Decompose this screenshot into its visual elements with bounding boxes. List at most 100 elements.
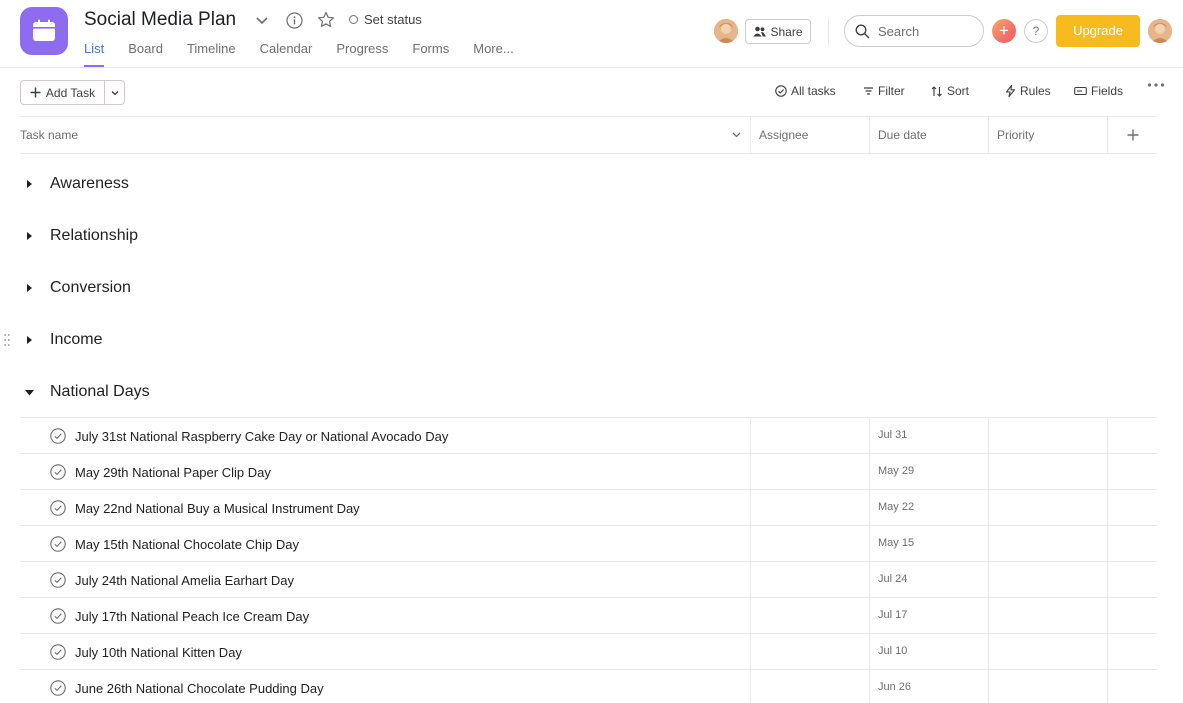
complete-check-icon[interactable] (50, 644, 66, 665)
column-priority[interactable]: Priority (988, 117, 1107, 153)
set-status-button[interactable]: Set status (349, 12, 422, 27)
chevron-down-icon[interactable] (254, 12, 270, 28)
drag-handle-icon[interactable] (4, 333, 10, 352)
tab-timeline[interactable]: Timeline (187, 41, 236, 67)
assignee-cell[interactable] (750, 526, 869, 561)
priority-cell[interactable] (988, 634, 1107, 669)
task-name[interactable]: May 22nd National Buy a Musical Instrume… (75, 501, 360, 516)
info-icon[interactable] (285, 11, 303, 29)
expand-triangle-icon[interactable] (24, 283, 42, 293)
tab-board[interactable]: Board (128, 41, 163, 67)
due-date-cell[interactable]: Jul 17 (869, 598, 988, 633)
quick-add-button[interactable]: + (992, 19, 1016, 43)
user-avatar[interactable] (1148, 19, 1172, 43)
due-date-cell[interactable]: Jun 26 (869, 670, 988, 703)
task-row[interactable]: May 29th National Paper Clip Day May 29 (20, 453, 1157, 489)
search-input[interactable]: Search (844, 15, 984, 47)
all-tasks-button[interactable]: All tasks (775, 84, 836, 98)
section-title[interactable]: Conversion (50, 279, 131, 297)
filter-button[interactable]: Filter (863, 84, 905, 98)
section-title[interactable]: Relationship (50, 227, 138, 245)
assignee-cell[interactable] (750, 418, 869, 453)
rules-button[interactable]: Rules (1005, 84, 1051, 98)
complete-check-icon[interactable] (50, 536, 66, 557)
column-due-date[interactable]: Due date (869, 117, 988, 153)
complete-check-icon[interactable] (50, 608, 66, 629)
task-row[interactable]: May 22nd National Buy a Musical Instrume… (20, 489, 1157, 525)
member-avatar[interactable] (714, 19, 738, 43)
due-date-cell[interactable]: May 22 (869, 490, 988, 525)
due-date-cell[interactable]: Jul 10 (869, 634, 988, 669)
assignee-cell[interactable] (750, 598, 869, 633)
section-conversion[interactable]: Conversion (20, 268, 1157, 308)
due-date-cell[interactable]: May 29 (869, 454, 988, 489)
project-title[interactable]: Social Media Plan (84, 9, 236, 31)
assignee-cell[interactable] (750, 634, 869, 669)
task-row[interactable]: June 26th National Chocolate Pudding Day… (20, 669, 1157, 703)
due-date-cell[interactable]: Jul 24 (869, 562, 988, 597)
share-button[interactable]: Share (745, 19, 811, 44)
task-row[interactable]: May 15th National Chocolate Chip Day May… (20, 525, 1157, 561)
priority-cell[interactable] (988, 490, 1107, 525)
column-assignee[interactable]: Assignee (750, 117, 869, 153)
task-name[interactable]: May 29th National Paper Clip Day (75, 465, 271, 480)
task-name[interactable]: July 24th National Amelia Earhart Day (75, 573, 294, 588)
task-name[interactable]: June 26th National Chocolate Pudding Day (75, 681, 324, 696)
section-national-days[interactable]: National Days (20, 372, 1157, 412)
project-calendar-icon[interactable] (20, 7, 68, 55)
sort-button[interactable]: Sort (931, 84, 969, 98)
complete-check-icon[interactable] (50, 428, 66, 449)
complete-check-icon[interactable] (50, 464, 66, 485)
section-relationship[interactable]: Relationship (20, 216, 1157, 256)
section-awareness[interactable]: Awareness (20, 164, 1157, 204)
task-row[interactable]: July 24th National Amelia Earhart Day Ju… (20, 561, 1157, 597)
section-title[interactable]: Income (50, 331, 102, 349)
assignee-cell[interactable] (750, 562, 869, 597)
assignee-cell[interactable] (750, 670, 869, 703)
assignee-cell[interactable] (750, 454, 869, 489)
empty-cell (1107, 562, 1157, 597)
upgrade-button[interactable]: Upgrade (1056, 15, 1140, 47)
priority-cell[interactable] (988, 454, 1107, 489)
task-row[interactable]: July 31st National Raspberry Cake Day or… (20, 417, 1157, 453)
complete-check-icon[interactable] (50, 680, 66, 701)
add-task-dropdown[interactable] (105, 81, 124, 104)
chevron-down-icon[interactable] (731, 129, 742, 143)
tab-progress[interactable]: Progress (336, 41, 388, 67)
collapse-triangle-icon[interactable] (24, 387, 42, 397)
tab-list[interactable]: List (84, 41, 105, 67)
section-title[interactable]: Awareness (50, 175, 129, 193)
section-income[interactable]: Income (20, 320, 1157, 360)
add-task-button[interactable]: Add Task (21, 81, 105, 104)
star-icon[interactable] (316, 10, 335, 29)
task-name[interactable]: May 15th National Chocolate Chip Day (75, 537, 299, 552)
task-row[interactable]: July 17th National Peach Ice Cream Day J… (20, 597, 1157, 633)
tab-forms[interactable]: Forms (412, 41, 449, 67)
section-title[interactable]: National Days (50, 383, 150, 401)
task-name[interactable]: July 10th National Kitten Day (75, 645, 242, 660)
task-row[interactable]: July 10th National Kitten Day Jul 10 (20, 633, 1157, 669)
expand-triangle-icon[interactable] (24, 179, 42, 189)
priority-cell[interactable] (988, 526, 1107, 561)
tab-calendar[interactable]: Calendar (260, 41, 313, 67)
priority-cell[interactable] (988, 418, 1107, 453)
column-task-name[interactable]: Task name (20, 117, 750, 153)
assignee-cell[interactable] (750, 490, 869, 525)
task-name[interactable]: July 31st National Raspberry Cake Day or… (75, 429, 448, 444)
help-button[interactable]: ? (1024, 19, 1048, 43)
due-date-cell[interactable]: May 15 (869, 526, 988, 561)
more-options-icon[interactable] (1147, 82, 1165, 88)
tab-more[interactable]: More... (473, 41, 513, 67)
expand-triangle-icon[interactable] (24, 335, 42, 345)
expand-triangle-icon[interactable] (24, 231, 42, 241)
priority-cell[interactable] (988, 670, 1107, 703)
priority-cell[interactable] (988, 598, 1107, 633)
due-date-cell[interactable]: Jul 31 (869, 418, 988, 453)
add-column-button[interactable] (1107, 117, 1157, 153)
complete-check-icon[interactable] (50, 572, 66, 593)
fields-button[interactable]: Fields (1074, 84, 1123, 98)
priority-cell[interactable] (988, 562, 1107, 597)
task-name[interactable]: July 17th National Peach Ice Cream Day (75, 609, 309, 624)
complete-check-icon[interactable] (50, 500, 66, 521)
filter-icon (864, 87, 873, 95)
